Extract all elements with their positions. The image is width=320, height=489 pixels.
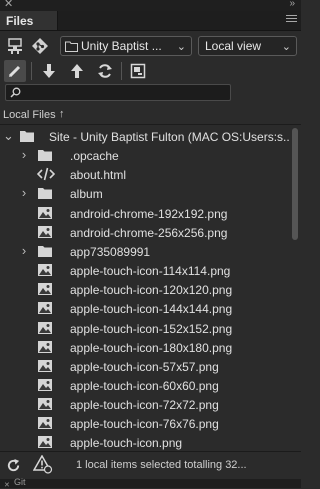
status-bar: 1 local items selected totalling 32... — [0, 451, 301, 480]
tree-row[interactable]: about.html — [0, 165, 290, 184]
close-panel-icon[interactable]: ✕ — [4, 0, 13, 10]
tree-row-label: .opcache — [70, 149, 119, 163]
tree-row-label: album — [70, 187, 103, 201]
tree-row[interactable]: › album — [0, 184, 290, 203]
tree-row-label: apple-touch-icon-72x72.png — [70, 398, 219, 412]
status-message: 1 local items selected totalling 32... — [76, 459, 247, 471]
folder-icon — [37, 186, 53, 205]
refresh-icon[interactable] — [94, 60, 116, 82]
view-select[interactable]: Local view ⌄ — [198, 36, 297, 56]
chevron-down-icon: ⌄ — [176, 41, 186, 53]
panel-tab-bar: Files — [0, 11, 301, 31]
tree-row[interactable]: apple-touch-icon-120x120.png — [0, 280, 290, 299]
folder-icon — [65, 41, 78, 52]
tab-files-label: Files — [6, 14, 34, 28]
chevron-right-icon[interactable]: › — [19, 147, 29, 162]
tree-row-label: apple-touch-icon-180x180.png — [70, 341, 233, 355]
toolbar-divider — [121, 62, 122, 80]
site-folder-icon — [20, 131, 34, 142]
tree-row-label: apple-touch-icon-114x114.png — [70, 264, 231, 278]
tree-row[interactable]: apple-touch-icon-60x60.png — [0, 376, 290, 395]
chevron-right-icon[interactable]: › — [19, 243, 29, 258]
tree-row[interactable]: apple-touch-icon-144x144.png — [0, 299, 290, 318]
tree-row-label: android-chrome-192x192.png — [70, 207, 228, 221]
panel-menu-icon[interactable] — [286, 15, 297, 24]
tree-row[interactable]: apple-touch-icon-152x152.png — [0, 319, 290, 338]
tree-root-label: Site - Unity Baptist Fulton (MAC OS:User… — [49, 130, 294, 144]
refresh-icon[interactable] — [6, 458, 21, 473]
tree-row[interactable]: apple-touch-icon-76x76.png — [0, 414, 290, 433]
collapse-panel-icon[interactable]: » — [289, 0, 295, 10]
tree-row-label: app735089991 — [70, 245, 151, 259]
tree-row[interactable]: apple-touch-icon-57x57.png — [0, 357, 290, 376]
site-select-value: Unity Baptist ... — [81, 39, 162, 53]
get-files-arrow-down-icon[interactable] — [38, 60, 60, 82]
view-select-value: Local view — [205, 39, 262, 53]
search-icon — [10, 87, 21, 98]
search-input[interactable] — [5, 84, 231, 101]
tree-row-label: apple-touch-icon-57x57.png — [70, 360, 219, 374]
tree-row-label: apple-touch-icon.png — [70, 436, 183, 450]
column-header-local-files[interactable]: Local Files ↑ — [0, 107, 301, 125]
tree-row-label: apple-touch-icon-144x144.png — [70, 302, 233, 316]
tree-row[interactable]: android-chrome-256x256.png — [0, 223, 290, 242]
chevron-down-icon[interactable]: ⌄ — [3, 128, 14, 144]
tree-row[interactable]: › .opcache — [0, 146, 290, 165]
expand-collapse-view-icon[interactable] — [127, 60, 149, 82]
file-tree[interactable]: ⌄ Site - Unity Baptist Fulton (MAC OS:Us… — [0, 127, 301, 451]
connect-to-remote-icon[interactable] — [4, 35, 26, 57]
tree-row[interactable]: android-chrome-192x192.png — [0, 204, 290, 223]
tree-row[interactable]: apple-touch-icon-114x114.png — [0, 261, 290, 280]
tab-files[interactable]: Files — [0, 11, 58, 30]
chevron-right-icon[interactable]: › — [19, 185, 29, 200]
put-files-arrow-up-icon[interactable] — [66, 60, 88, 82]
tree-row-label: apple-touch-icon-120x120.png — [70, 283, 233, 297]
column-header-label: Local Files — [3, 109, 56, 121]
chevron-down-icon: ⌄ — [281, 41, 291, 53]
git-icon[interactable] — [29, 35, 51, 57]
tree-row[interactable]: › app735089991 — [0, 242, 290, 261]
warning-icon[interactable] — [33, 455, 53, 474]
tree-row[interactable]: apple-touch-icon.png — [0, 433, 290, 451]
image-file-icon — [37, 435, 53, 451]
scrollbar-thumb[interactable] — [292, 128, 298, 240]
bottom-panel-tab-git[interactable]: ✕ Git — [0, 477, 301, 489]
git-tab-label: Git — [14, 477, 26, 487]
panel-top-strip: ✕ » — [0, 0, 301, 11]
image-file-icon — [37, 301, 53, 320]
tree-row[interactable]: apple-touch-icon-180x180.png — [0, 338, 290, 357]
toolbar-divider — [31, 62, 32, 80]
tree-row-label: apple-touch-icon-152x152.png — [70, 322, 233, 336]
tree-row-label: apple-touch-icon-76x76.png — [70, 417, 219, 431]
tree-row-label: android-chrome-256x256.png — [70, 226, 228, 240]
tree-row-label: apple-touch-icon-60x60.png — [70, 379, 219, 393]
site-select[interactable]: Unity Baptist ... ⌄ — [60, 36, 192, 56]
pencil-icon[interactable] — [4, 60, 26, 82]
sort-ascending-icon: ↑ — [59, 108, 65, 120]
tree-row-label: about.html — [70, 168, 127, 182]
tree-root-row[interactable]: ⌄ Site - Unity Baptist Fulton (MAC OS:Us… — [0, 127, 294, 146]
tree-row[interactable]: apple-touch-icon-72x72.png — [0, 395, 290, 414]
